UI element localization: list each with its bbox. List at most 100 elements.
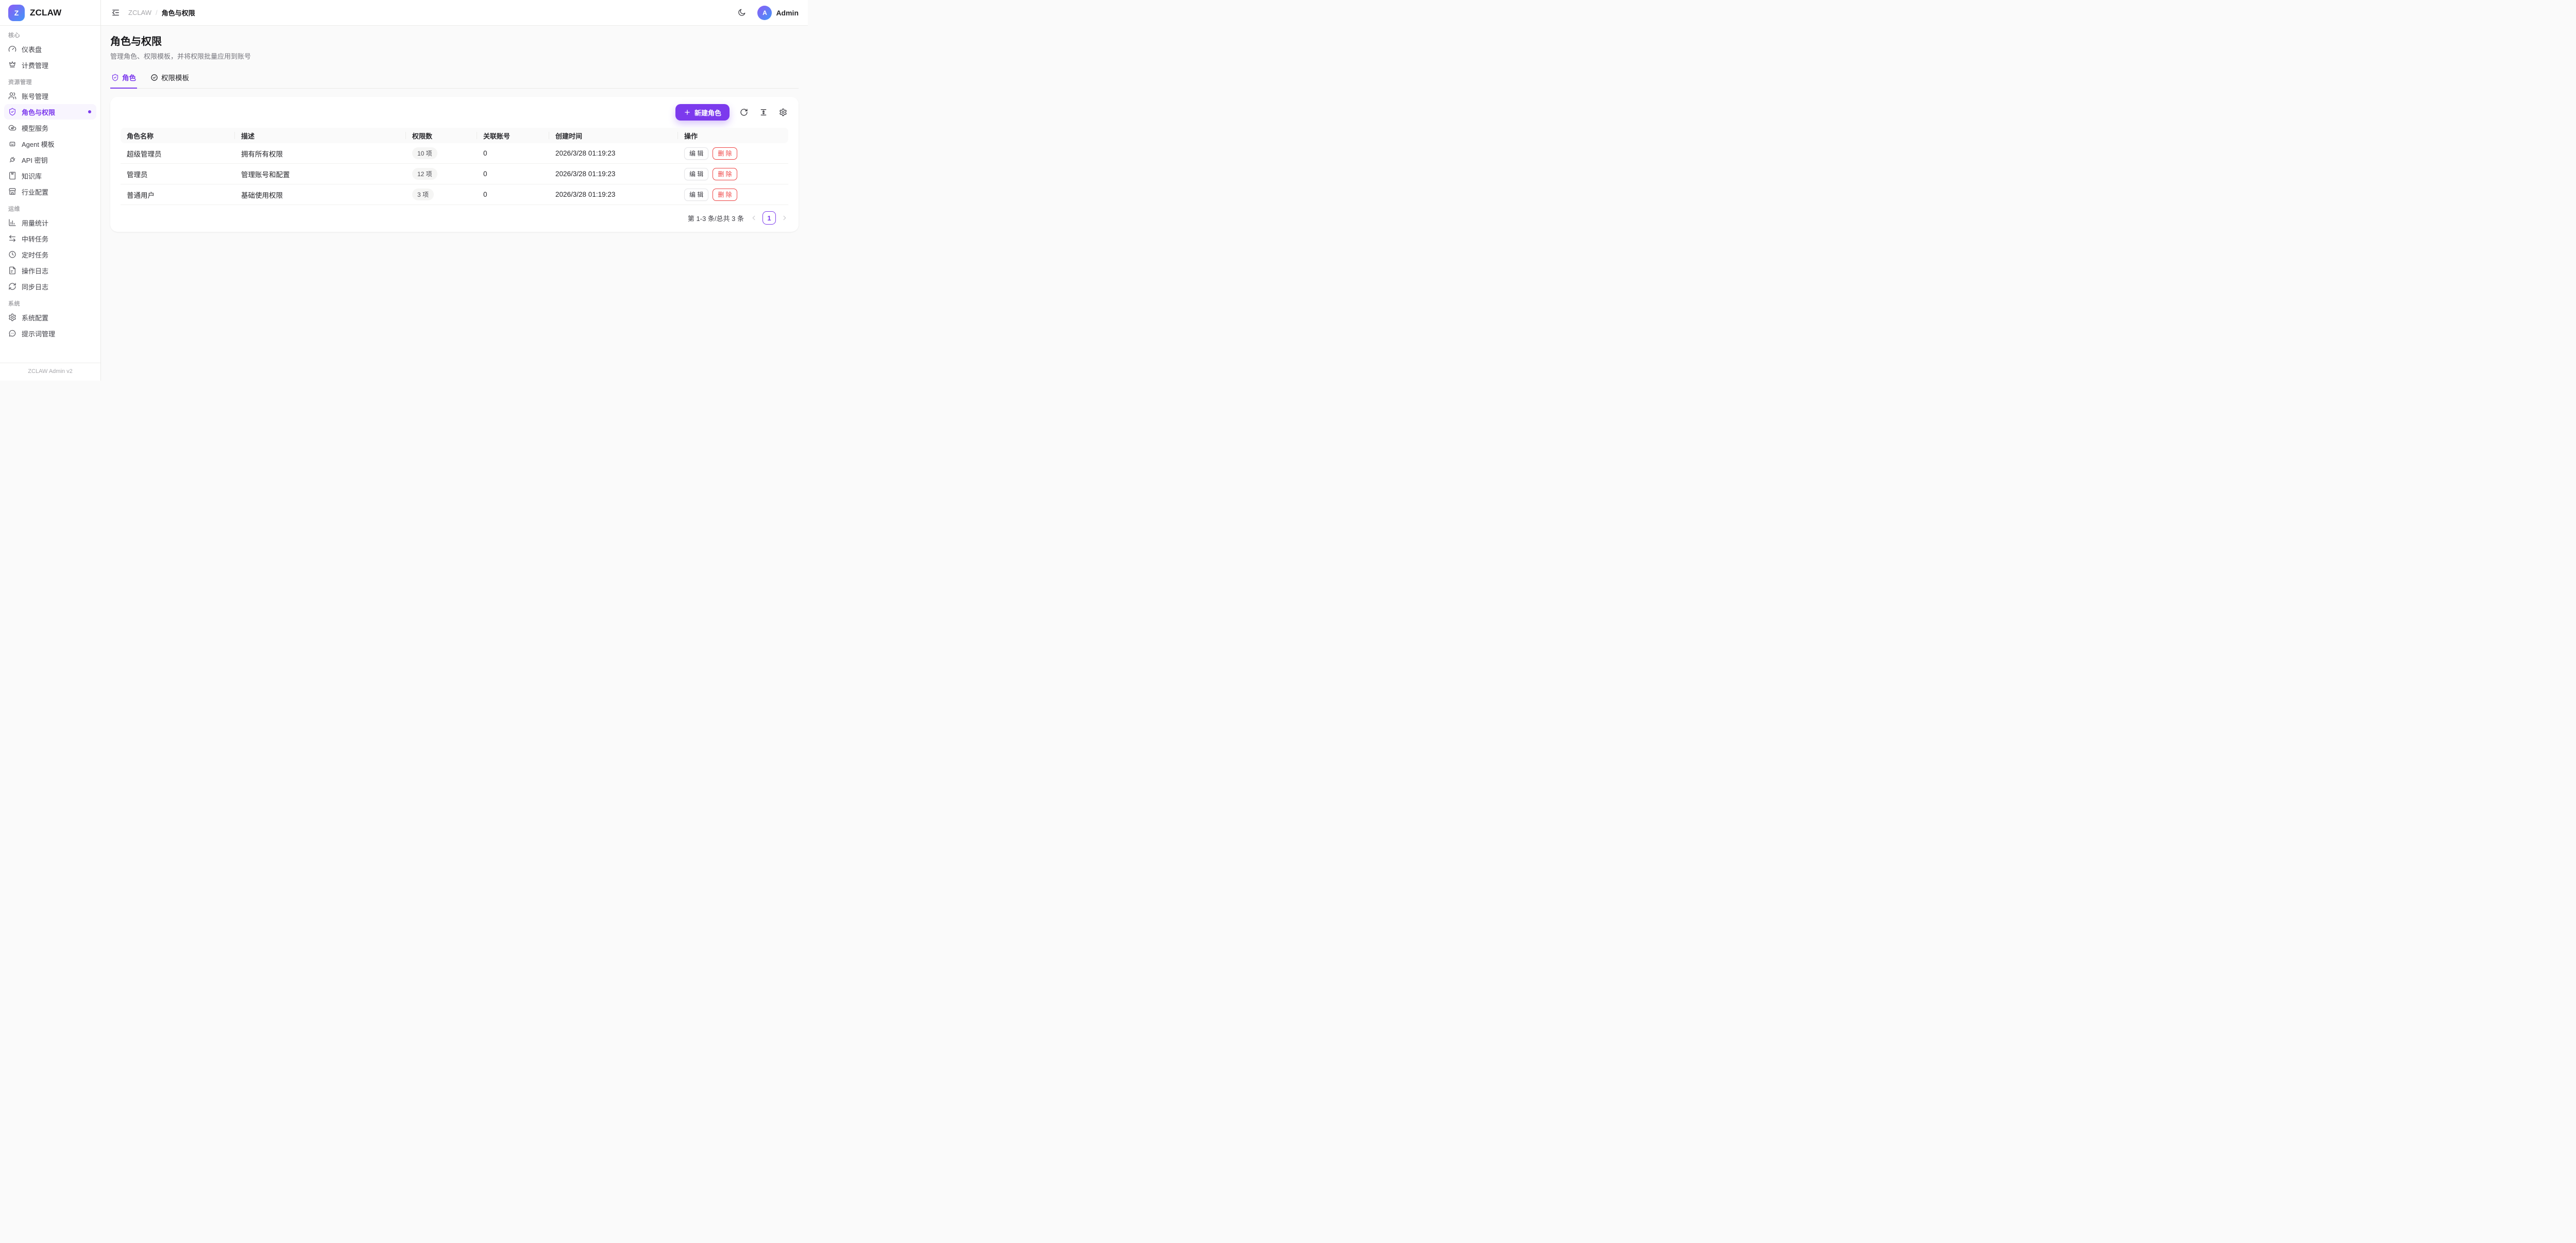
- plug-cable-icon: [8, 156, 16, 164]
- sidebar-item-accounts[interactable]: 账号管理: [4, 88, 96, 104]
- sidebar-item-label: 仪表盘: [22, 44, 42, 54]
- store-icon: [8, 188, 16, 196]
- avatar-letter: A: [762, 9, 767, 16]
- row-actions: 编 辑 删 除: [684, 189, 782, 201]
- cell-role-name: 超级管理员: [121, 143, 235, 164]
- cell-created-at: 2026/3/28 01:19:23: [549, 164, 678, 184]
- cell-linked-accounts: 0: [477, 184, 549, 205]
- tab-label: 权限模板: [161, 72, 189, 82]
- sidebar-item-label: 行业配置: [22, 187, 48, 197]
- sidebar-item-industry-config[interactable]: 行业配置: [4, 184, 96, 199]
- cell-created-at: 2026/3/28 01:19:23: [549, 184, 678, 205]
- sidebar-collapse-button[interactable]: [110, 7, 121, 18]
- col-header-created-at: 创建时间: [549, 128, 678, 143]
- breadcrumb-root[interactable]: ZCLAW: [128, 9, 151, 16]
- sidebar-item-prompt-management[interactable]: 提示词管理: [4, 326, 96, 341]
- nav-section-label: 运维: [4, 205, 96, 213]
- sidebar-footer-version: ZCLAW Admin v2: [0, 363, 100, 381]
- sidebar-item-system-config[interactable]: 系统配置: [4, 310, 96, 325]
- book-icon: [8, 172, 16, 180]
- cell-role-name: 管理员: [121, 164, 235, 184]
- sidebar-item-label: 计费管理: [22, 60, 48, 70]
- nav-section-label: 资源管理: [4, 78, 96, 86]
- delete-role-button[interactable]: 删 除: [713, 168, 737, 180]
- edit-role-button[interactable]: 编 辑: [684, 147, 708, 160]
- tab-permission-templates[interactable]: 权限模板: [149, 72, 190, 89]
- sidebar-item-label: Agent 模板: [22, 139, 55, 149]
- pagination-page-1-button[interactable]: 1: [762, 211, 776, 225]
- app-logo-letter: Z: [14, 9, 19, 17]
- sidebar-item-relay-tasks[interactable]: 中转任务: [4, 231, 96, 246]
- delete-role-button[interactable]: 删 除: [713, 147, 737, 160]
- app-title: ZCLAW: [30, 8, 61, 18]
- pagination-summary: 第 1-3 条/总共 3 条: [688, 213, 744, 223]
- page-content: 角色与权限 管理角色、权限模板，并将权限批量应用到账号 角色 权限模板 新建角色: [101, 26, 808, 381]
- refresh-table-button[interactable]: [739, 107, 749, 117]
- tab-roles[interactable]: 角色: [110, 72, 137, 89]
- sidebar-item-knowledge-base[interactable]: 知识库: [4, 168, 96, 183]
- table-row: 普通用户 基础使用权限 3 项 0 2026/3/28 01:19:23 编 辑…: [121, 184, 788, 205]
- gauge-icon: [8, 45, 16, 53]
- nav-section-resources: 资源管理 账号管理 角色与权限 模型服务 Agent 模板: [4, 78, 96, 199]
- sidebar-item-usage-stats[interactable]: 用量统计: [4, 215, 96, 230]
- sidebar-item-label: 账号管理: [22, 91, 48, 101]
- row-actions: 编 辑 删 除: [684, 168, 782, 180]
- sidebar-item-operation-logs[interactable]: 操作日志: [4, 263, 96, 278]
- sidebar-item-billing[interactable]: 计费管理: [4, 57, 96, 73]
- sidebar-item-sync-logs[interactable]: 同步日志: [4, 279, 96, 294]
- page-title: 角色与权限: [110, 33, 799, 48]
- topbar: ZCLAW / 角色与权限 A Admin: [101, 0, 808, 26]
- table-row: 管理员 管理账号和配置 12 项 0 2026/3/28 01:19:23 编 …: [121, 164, 788, 184]
- moon-icon: [737, 8, 746, 17]
- sidebar-item-label: 定时任务: [22, 250, 48, 260]
- user-name: Admin: [776, 9, 799, 17]
- avatar: A: [757, 6, 772, 20]
- bot-icon: [8, 140, 16, 148]
- user-menu[interactable]: A Admin: [757, 6, 799, 20]
- tab-label: 角色: [122, 72, 136, 82]
- col-header-actions: 操作: [678, 128, 788, 143]
- users-icon: [8, 92, 16, 100]
- topbar-right: A Admin: [736, 6, 799, 20]
- active-indicator-dot: [88, 110, 91, 113]
- sidebar-item-dashboard[interactable]: 仪表盘: [4, 41, 96, 57]
- sidebar-item-agent-templates[interactable]: Agent 模板: [4, 136, 96, 151]
- sidebar-item-model-services[interactable]: 模型服务: [4, 120, 96, 135]
- pagination-prev-button[interactable]: [750, 214, 757, 222]
- sidebar-item-label: 系统配置: [22, 313, 48, 322]
- nav-section-label: 系统: [4, 299, 96, 308]
- card-toolbar: 新建角色: [121, 104, 788, 121]
- sidebar-item-label: 中转任务: [22, 234, 48, 244]
- edit-role-button[interactable]: 编 辑: [684, 189, 708, 201]
- new-role-label: 新建角色: [694, 108, 721, 117]
- delete-role-button[interactable]: 删 除: [713, 189, 737, 201]
- cell-role-name: 普通用户: [121, 184, 235, 205]
- edit-role-button[interactable]: 编 辑: [684, 168, 708, 180]
- roles-table: 角色名称 描述 权限数 关联账号 创建时间 操作 超级管理员 拥有所有权限 10: [121, 128, 788, 205]
- theme-toggle-button[interactable]: [736, 7, 747, 18]
- sidebar-item-api-keys[interactable]: API 密钥: [4, 152, 96, 167]
- sidebar-item-scheduled-tasks[interactable]: 定时任务: [4, 247, 96, 262]
- sidebar-item-roles-permissions[interactable]: 角色与权限: [4, 104, 96, 120]
- panel-collapse-icon: [111, 8, 120, 17]
- new-role-button[interactable]: 新建角色: [675, 104, 730, 121]
- sidebar-item-label: 知识库: [22, 171, 42, 181]
- table-settings-button[interactable]: [778, 107, 788, 117]
- refresh-icon: [740, 108, 748, 116]
- pagination-next-button[interactable]: [781, 214, 788, 222]
- sidebar: Z ZCLAW 核心 仪表盘 计费管理 资源管理 账号管理: [0, 0, 101, 381]
- pagination: 第 1-3 条/总共 3 条 1: [121, 211, 788, 226]
- chevron-right-icon: [781, 214, 788, 222]
- clock-icon: [8, 250, 16, 259]
- col-header-linked-accounts: 关联账号: [477, 128, 549, 143]
- sidebar-header: Z ZCLAW: [0, 0, 100, 26]
- cell-description: 基础使用权限: [235, 184, 406, 205]
- sidebar-item-label: 角色与权限: [22, 107, 55, 117]
- row-density-button[interactable]: [758, 107, 769, 117]
- circle-check-icon: [150, 74, 158, 81]
- plus-icon: [684, 109, 691, 116]
- cell-created-at: 2026/3/28 01:19:23: [549, 143, 678, 164]
- sidebar-item-label: 操作日志: [22, 266, 48, 276]
- sidebar-item-label: 用量统计: [22, 218, 48, 228]
- permission-count-badge: 10 项: [412, 147, 437, 159]
